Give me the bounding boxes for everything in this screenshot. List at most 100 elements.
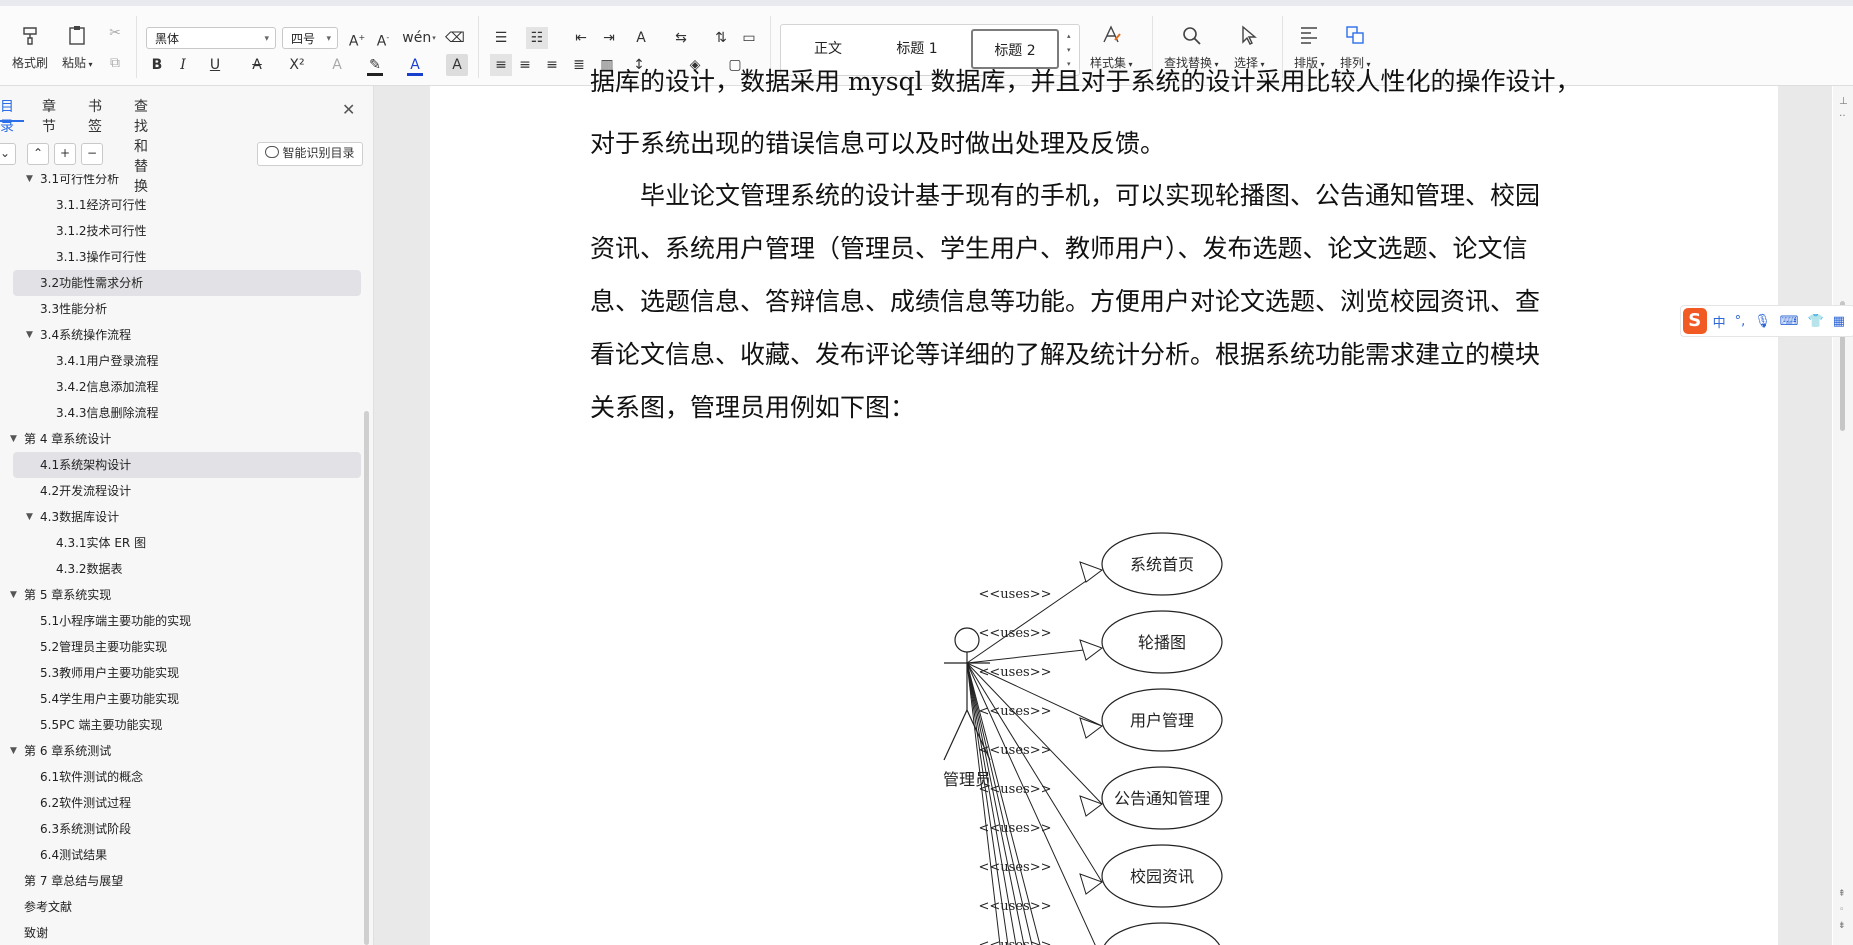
doc-line-2[interactable]: 对于系统出现的错误信息可以及时做出处理及反馈。 <box>590 124 1606 160</box>
toc-item[interactable]: 致谢 <box>0 920 362 945</box>
toc-item[interactable]: ▼ 3.4系统操作流程 <box>0 322 362 348</box>
justify-icon[interactable]: ≣ <box>568 54 590 76</box>
toc-item[interactable]: 3.3性能分析 <box>0 296 362 322</box>
cut-icon[interactable]: ✂ <box>104 22 126 44</box>
doc-line-7[interactable]: 关系图，管理员用例如下图： <box>590 388 1606 424</box>
underline-button[interactable]: U <box>204 54 226 76</box>
toc-item[interactable]: 3.1.3操作可行性 <box>0 244 362 270</box>
toc-item[interactable]: 第 7 章总结与展望 <box>0 868 362 894</box>
text-effect-icon[interactable]: A <box>326 54 348 76</box>
text-direction-icon[interactable]: A <box>630 27 652 49</box>
toc-item-label: 5.5PC 端主要功能实现 <box>40 718 163 732</box>
smart-toc-button[interactable]: 智能识别目录 <box>257 142 363 166</box>
increase-font-icon[interactable]: A+ <box>346 27 368 50</box>
expand-triangle-icon[interactable]: ▼ <box>26 174 33 192</box>
decrease-indent-icon[interactable]: ⇤ <box>570 27 592 49</box>
numbered-list-icon[interactable]: ☷ <box>526 27 548 49</box>
doc-line-5[interactable]: 息、选题信息、答辩信息、成绩信息等功能。方便用户对论文选题、浏览校园资讯、查 <box>590 282 1606 318</box>
toc-item[interactable]: 6.2软件测试过程 <box>0 790 362 816</box>
expand-triangle-icon[interactable]: ▼ <box>26 504 33 530</box>
clear-format-icon[interactable]: ⌫ <box>444 27 466 49</box>
toc-item[interactable]: 6.4测试结果 <box>0 842 362 868</box>
toc-item[interactable]: 3.1.2技术可行性 <box>0 218 362 244</box>
font-color-icon[interactable]: A <box>404 54 426 76</box>
strikethrough-button[interactable]: A <box>246 54 268 76</box>
expand-triangle-icon[interactable]: ▼ <box>26 322 33 348</box>
doc-line-3[interactable]: 毕业论文管理系统的设计基于现有的手机，可以实现轮播图、公告通知管理、校园 <box>640 176 1656 212</box>
toc-item[interactable]: 4.3.2数据表 <box>0 556 362 582</box>
copy-icon[interactable]: ⧉ <box>104 52 126 74</box>
toc-item[interactable]: 3.4.1用户登录流程 <box>0 348 362 374</box>
doc-line-6[interactable]: 看论文信息、收藏、发布评论等详细的了解及统计分析。根据系统功能需求建立的模块 <box>590 335 1606 371</box>
sidebar-scrollbar[interactable] <box>364 411 369 945</box>
toc-item[interactable]: 3.4.3信息删除流程 <box>0 400 362 426</box>
tab-bookmarks[interactable]: 书签 <box>88 96 102 136</box>
toc-item[interactable]: 4.1系统架构设计 <box>13 452 361 478</box>
toc-item[interactable]: 6.1软件测试的概念 <box>0 764 362 790</box>
microphone-icon[interactable]: 🎙 <box>1754 314 1771 329</box>
doc-line-1[interactable]: 据库的设计，数据采用 mysql 数据库，并且对于系统的设计采用比较人性化的操作… <box>590 62 1606 98</box>
font-size-select[interactable]: 四号 ▾ <box>282 27 338 49</box>
vertical-scrollbar[interactable]: ⊥ ‥ ⇞ ◦ ⇟ <box>1833 86 1853 945</box>
paste-button[interactable]: 粘贴 ▾ <box>62 22 93 71</box>
bidi-icon[interactable]: ⇆ <box>670 27 692 49</box>
superscript-button[interactable]: X² <box>286 54 308 76</box>
keyboard-icon[interactable]: ⌨ <box>1780 314 1799 329</box>
decrease-font-icon[interactable]: A- <box>372 27 394 50</box>
ime-logo: S <box>1683 308 1707 334</box>
align-left-icon[interactable]: ≡ <box>490 54 512 76</box>
sort-icon[interactable]: ⇅ <box>710 27 732 49</box>
toc-item[interactable]: 3.2功能性需求分析 <box>13 270 361 296</box>
ime-mode[interactable]: 中 <box>1713 312 1726 331</box>
toc-item[interactable]: ▼ 第 4 章系统设计 <box>0 426 362 452</box>
skin-icon[interactable]: 👕 <box>1808 314 1824 329</box>
toc-item[interactable]: 5.3教师用户主要功能实现 <box>0 660 362 686</box>
toc-item[interactable]: 3.4.2信息添加流程 <box>0 374 362 400</box>
expand-triangle-icon[interactable]: ▼ <box>10 426 17 452</box>
toc-item[interactable]: 参考文献 <box>0 894 362 920</box>
toc-item[interactable]: 4.3.1实体 ER 图 <box>0 530 362 556</box>
remove-heading-button[interactable]: − <box>81 143 103 165</box>
show-marks-icon[interactable]: ▭ <box>738 27 760 49</box>
punctuation-icon[interactable]: °, <box>1735 314 1746 329</box>
tab-sections[interactable]: 章节 <box>42 96 56 136</box>
expand-triangle-icon[interactable]: ▼ <box>10 582 17 608</box>
ruler-toggle[interactable]: ⊥ ‥ <box>1839 96 1848 120</box>
toc-item[interactable]: 5.2管理员主要功能实现 <box>0 634 362 660</box>
format-painter-button[interactable]: 格式刷 <box>12 22 48 71</box>
bullet-list-icon[interactable]: ☰ <box>490 27 512 49</box>
toc-item[interactable]: 5.1小程序端主要功能的实现 <box>0 608 362 634</box>
italic-button[interactable]: I <box>172 54 194 76</box>
tab-toc[interactable]: 目录 <box>0 96 14 136</box>
grid-icon[interactable]: ▦ <box>1833 314 1845 329</box>
toc-item[interactable]: 3.1.1经济可行性 <box>0 192 362 218</box>
use-case-diagram[interactable]: 管理员 <<uses>><<uses>><<uses>><<uses>><<us… <box>930 520 1230 945</box>
highlight-color-icon[interactable]: ✎ <box>364 54 386 76</box>
increase-indent-icon[interactable]: ⇥ <box>598 27 620 49</box>
arrange-icon <box>1342 22 1368 48</box>
toc-item[interactable]: 5.5PC 端主要功能实现 <box>0 712 362 738</box>
close-icon[interactable]: ✕ <box>342 100 355 119</box>
font-name-select[interactable]: 黑体 ▾ <box>146 27 276 49</box>
ime-toolbar[interactable]: S 中 °, 🎙 ⌨ 👕 ▦ <box>1680 305 1853 337</box>
chevron-up-icon[interactable]: ⌃ <box>27 143 49 165</box>
expand-triangle-icon[interactable]: ▼ <box>10 738 17 764</box>
toc-item[interactable]: ▼ 3.1可行性分析 <box>0 174 362 192</box>
phonetic-guide-icon[interactable]: wén▾ <box>402 27 436 49</box>
add-heading-button[interactable]: + <box>54 143 76 165</box>
collapse-all-button[interactable]: ⌄ <box>0 143 16 165</box>
toc-item[interactable]: ▼ 4.3数据库设计 <box>0 504 362 530</box>
toc-item[interactable]: 6.3系统测试阶段 <box>0 816 362 842</box>
toc-item[interactable]: ▼ 第 6 章系统测试 <box>0 738 362 764</box>
doc-line-4[interactable]: 资讯、系统用户管理（管理员、学生用户、教师用户）、发布选题、论文选题、论文信 <box>590 229 1606 265</box>
toc-item[interactable]: ▼ 第 5 章系统实现 <box>0 582 362 608</box>
char-shading-icon[interactable]: A <box>446 54 468 76</box>
toc-item[interactable]: 5.4学生用户主要功能实现 <box>0 686 362 712</box>
page-nav[interactable]: ⇞ ◦ ⇟ <box>1838 886 1846 934</box>
toc-item[interactable]: 4.2开发流程设计 <box>0 478 362 504</box>
toc-item-label: 3.4.1用户登录流程 <box>56 354 159 368</box>
toc-item-label: 4.2开发流程设计 <box>40 484 132 498</box>
align-center-icon[interactable]: ≡ <box>514 54 536 76</box>
align-right-icon[interactable]: ≡ <box>541 54 563 76</box>
bold-button[interactable]: B <box>146 54 168 76</box>
